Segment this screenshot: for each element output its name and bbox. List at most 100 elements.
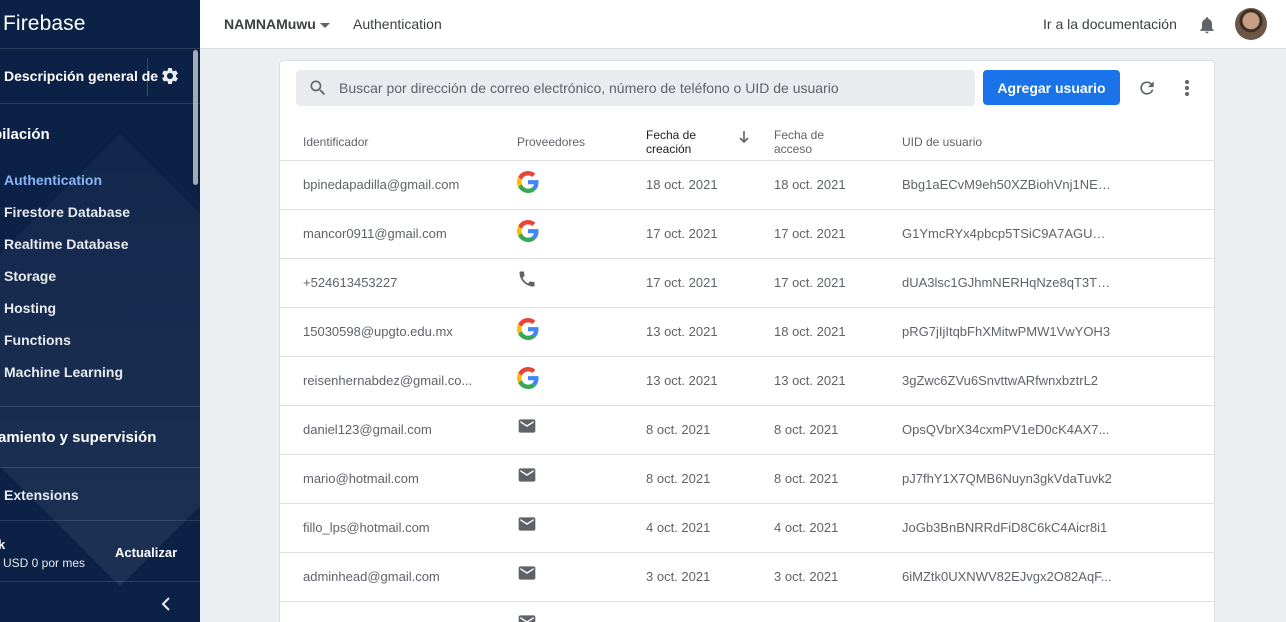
page-title: Authentication: [353, 16, 442, 32]
sidebar-item-label: Storage: [4, 268, 57, 284]
header-access-line2: acceso: [774, 142, 813, 156]
bell-icon[interactable]: [1197, 14, 1217, 36]
google-icon: [517, 171, 539, 193]
cell-uid: 3gZwc6ZVu6SnvttwARfwnxbztrL2: [902, 373, 1099, 388]
plan-box: k USD 0 por mes Actualizar: [0, 520, 200, 582]
cell-uid: dUA3lsc1GJhmNERHqNze8qT3Tb...: [902, 275, 1112, 290]
sidebar-scrollbar[interactable]: [193, 50, 198, 185]
mail-icon: [517, 514, 539, 536]
cell-last-access: 8 oct. 2021: [774, 422, 839, 437]
cell-created: 13 oct. 2021: [646, 324, 718, 339]
cell-uid: Bbg1aECvM9eh50XZBiohVnj1NEP2: [902, 177, 1112, 192]
sidebar-item-functions[interactable]: Functions: [0, 324, 200, 356]
sidebar-item-label: Realtime Database: [4, 236, 129, 252]
phone-icon: [517, 269, 539, 291]
plan-name: k: [0, 537, 6, 552]
table-row[interactable]: daniel123@gmail.com 8 oct. 2021 8 oct. 202…: [280, 406, 1214, 455]
users-table-body: bpinedapadilla@gmail.com 18 oct. 2021 18 o…: [280, 161, 1214, 622]
sidebar-item-extensions[interactable]: Extensions: [0, 468, 200, 522]
cell-created: 4 oct. 2021: [646, 520, 711, 535]
cell-created: 8 oct. 2021: [646, 471, 711, 486]
cell-last-access: 4 oct. 2021: [774, 520, 839, 535]
header-created[interactable]: Fecha de creación: [646, 128, 696, 156]
cell-uid: OpsQVbrX34cxmPV1eD0cK4AX7...: [902, 422, 1110, 437]
cell-uid: JoGb3BnBNRRdFiD8C6kC4Aicr8i1: [902, 520, 1108, 535]
brand-label: Firebase: [3, 12, 86, 35]
sidebar-item-label: Extensions: [4, 487, 79, 503]
firebase-logo[interactable]: Firebase: [0, 0, 200, 49]
cell-identifier: reisenhernabdez@gmail.co...: [303, 373, 473, 388]
cell-identifier: mancor0911@gmail.com: [303, 226, 447, 241]
arrow-down-icon[interactable]: [737, 130, 751, 144]
sidebar-item-firestore[interactable]: Firestore Database: [0, 196, 200, 228]
google-icon: [517, 318, 539, 340]
gear-icon[interactable]: [160, 66, 180, 86]
table-row[interactable]: mancor0911@gmail.com 17 oct. 2021 17 oct. …: [280, 210, 1214, 259]
mail-icon: [517, 465, 539, 487]
sidebar-item-storage[interactable]: Storage: [0, 260, 200, 292]
header-identifier[interactable]: Identificador: [303, 135, 368, 149]
table-row[interactable]: fillo_lps@hotmail.com 4 oct. 2021 4 oct. 2…: [280, 504, 1214, 553]
table-row[interactable]: +524613453227 17 oct. 2021 17 oct. 2021 dUA…: [280, 259, 1214, 308]
search-bar: [296, 70, 975, 106]
cell-last-access: 18 oct. 2021: [774, 324, 846, 339]
sidebar-item-realtime-database[interactable]: Realtime Database: [0, 228, 200, 260]
sidebar-item-label: Machine Learning: [4, 364, 124, 380]
sidebar-item-label: Hosting: [4, 300, 57, 316]
cell-identifier: bpinedapadilla@gmail.com: [303, 177, 460, 192]
cell-created: 17 oct. 2021: [646, 226, 718, 241]
overview-separator: [147, 58, 148, 96]
header-access[interactable]: Fecha de acceso: [774, 128, 824, 156]
top-bar: NAMNAMuwu Authentication Ir a la documen…: [200, 0, 1286, 49]
cell-last-access: 8 oct. 2021: [774, 471, 839, 486]
cell-created: 18 oct. 2021: [646, 177, 718, 192]
sidebar-item-machine-learning[interactable]: Machine Learning: [0, 356, 200, 388]
refresh-icon[interactable]: [1137, 78, 1157, 98]
upgrade-button[interactable]: Actualizar: [115, 545, 177, 560]
section-monitoring-label: tamiento y supervisión: [0, 428, 157, 446]
docs-link[interactable]: Ir a la documentación: [1043, 16, 1177, 32]
cell-identifier: 15030598@upgto.edu.mx: [303, 324, 453, 339]
section-monitoring[interactable]: tamiento y supervisión: [0, 407, 200, 467]
more-vert-icon[interactable]: [1178, 78, 1196, 98]
cell-created: 3 oct. 2021: [646, 569, 711, 584]
project-overview-link[interactable]: Descripción general de: [0, 49, 200, 104]
sidebar-item-label: Firestore Database: [4, 204, 131, 220]
cell-uid: pJ7fhY1X7QMB6Nuyn3gkVdaTuvk2: [902, 471, 1112, 486]
cell-identifier: fillo_lps@hotmail.com: [303, 520, 430, 535]
cell-identifier: mario@hotmail.com: [303, 471, 419, 486]
sidebar-item-authentication[interactable]: Authentication: [0, 164, 200, 196]
mail-icon: [517, 612, 539, 622]
header-created-line1: Fecha de: [646, 128, 697, 142]
cell-last-access: 13 oct. 2021: [774, 373, 846, 388]
cell-created: 8 oct. 2021: [646, 422, 711, 437]
google-icon: [517, 367, 539, 389]
header-providers[interactable]: Proveedores: [517, 135, 585, 149]
table-row[interactable]: mario@hotmail.com 8 oct. 2021 8 oct. 2021 p…: [280, 455, 1214, 504]
sidebar-item-hosting[interactable]: Hosting: [0, 292, 200, 324]
table-row[interactable]: 15030598@upgto.edu.mx 13 oct. 2021 18 oct.…: [280, 308, 1214, 357]
google-icon: [517, 220, 539, 242]
table-row[interactable]: [280, 602, 1214, 622]
project-selector[interactable]: NAMNAMuwu: [224, 16, 316, 32]
header-access-line1: Fecha de: [774, 128, 825, 142]
section-build[interactable]: pilación: [0, 104, 200, 164]
avatar[interactable]: [1235, 8, 1267, 40]
cell-uid: G1YmcRYx4pbcp5TSiC9A7AGU0q...: [902, 226, 1112, 241]
cell-last-access: 3 oct. 2021: [774, 569, 839, 584]
search-input[interactable]: [339, 70, 959, 106]
collapse-chevron-icon[interactable]: [158, 594, 174, 614]
mail-icon: [517, 416, 539, 438]
table-row[interactable]: adminhead@gmail.com 3 oct. 2021 3 oct. 202…: [280, 553, 1214, 602]
cell-uid: 6iMZtk0UXNWV82EJvgx2O82AqF...: [902, 569, 1112, 584]
cell-last-access: 18 oct. 2021: [774, 177, 846, 192]
header-uid[interactable]: UID de usuario: [902, 135, 982, 149]
sidebar: Firebase Descripción general de pilación…: [0, 0, 200, 622]
chevron-down-icon[interactable]: [320, 23, 330, 28]
table-row[interactable]: bpinedapadilla@gmail.com 18 oct. 2021 18 o…: [280, 161, 1214, 210]
cell-identifier: +524613453227: [303, 275, 398, 290]
mail-icon: [517, 563, 539, 585]
table-row[interactable]: reisenhernabdez@gmail.co... 13 oct. 2021 1…: [280, 357, 1214, 406]
add-user-button[interactable]: Agregar usuario: [983, 70, 1120, 105]
cell-created: 17 oct. 2021: [646, 275, 718, 290]
